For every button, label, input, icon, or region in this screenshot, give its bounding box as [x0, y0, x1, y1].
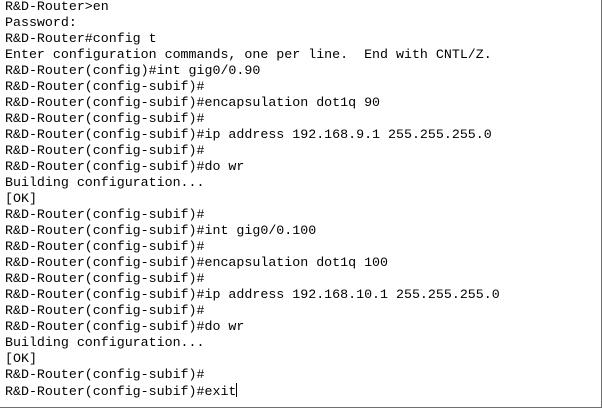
terminal-line: R&D-Router(config-subif)# [5, 271, 205, 286]
terminal-line: R&D-Router(config-subif)# [5, 207, 205, 222]
terminal-output: R&D-Router>en Password: R&D-Router#confi… [5, 0, 500, 399]
terminal-line: Enter configuration commands, one per li… [5, 47, 492, 62]
terminal-line: R&D-Router(config)#int gig0/0.90 [5, 63, 261, 78]
terminal-line: R&D-Router#config t [5, 31, 157, 46]
terminal-prompt-line[interactable]: R&D-Router(config-subif)#exit [5, 383, 500, 399]
terminal-line: Password: [5, 15, 77, 30]
terminal-line: Building configuration... [5, 175, 205, 190]
terminal-line: R&D-Router(config-subif)#int gig0/0.100 [5, 223, 317, 238]
terminal-window[interactable]: R&D-Router>en Password: R&D-Router#confi… [0, 0, 602, 408]
terminal-line: R&D-Router(config-subif)# [5, 367, 205, 382]
terminal-line: R&D-Router(config-subif)#ip address 192.… [5, 287, 500, 302]
terminal-line: R&D-Router(config-subif)#do wr [5, 319, 245, 334]
text-cursor [236, 383, 238, 397]
terminal-line: R&D-Router(config-subif)# [5, 111, 205, 126]
terminal-line: R&D-Router(config-subif)# [5, 303, 205, 318]
terminal-line: [OK] [5, 351, 37, 366]
terminal-line: [OK] [5, 191, 37, 206]
terminal-line: R&D-Router(config-subif)#ip address 192.… [5, 127, 492, 142]
terminal-line: R&D-Router>en [5, 0, 109, 14]
terminal-line: R&D-Router(config-subif)# [5, 143, 205, 158]
terminal-line: R&D-Router(config-subif)# [5, 239, 205, 254]
terminal-line: R&D-Router(config-subif)#do wr [5, 159, 245, 174]
terminal-line: R&D-Router(config-subif)#encapsulation d… [5, 255, 389, 270]
terminal-line: R&D-Router(config-subif)#encapsulation d… [5, 95, 381, 110]
terminal-line: R&D-Router(config-subif)# [5, 79, 205, 94]
terminal-command-text: R&D-Router(config-subif)#exit [5, 384, 237, 399]
terminal-line: Building configuration... [5, 335, 205, 350]
